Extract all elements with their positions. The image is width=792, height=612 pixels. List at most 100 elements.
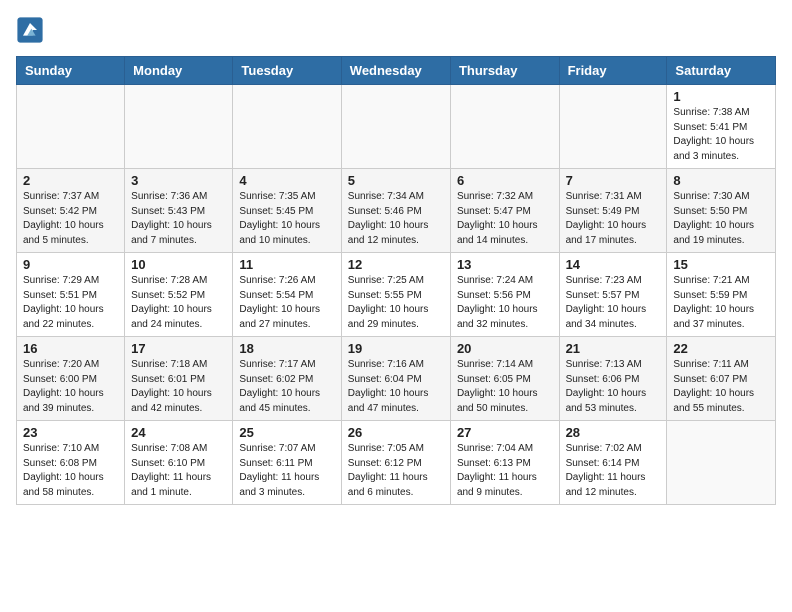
calendar-cell: [17, 85, 125, 169]
day-number: 17: [131, 341, 226, 356]
day-info: Sunrise: 7:02 AM Sunset: 6:14 PM Dayligh…: [566, 442, 661, 500]
weekday-header-sunday: Sunday: [17, 57, 125, 85]
calendar-cell: 15 Sunrise: 7:21 AM Sunset: 5:59 PM Dayli…: [667, 253, 776, 337]
day-info: Sunrise: 7:31 AM Sunset: 5:49 PM Dayligh…: [566, 190, 661, 248]
day-number: 18: [239, 341, 334, 356]
calendar-cell: 2 Sunrise: 7:37 AM Sunset: 5:42 PM Daylig…: [17, 169, 125, 253]
day-info: Sunrise: 7:32 AM Sunset: 5:47 PM Dayligh…: [457, 190, 553, 248]
day-number: 4: [239, 173, 334, 188]
day-info: Sunrise: 7:36 AM Sunset: 5:43 PM Dayligh…: [131, 190, 226, 248]
page-header: [16, 16, 776, 44]
calendar-cell: [559, 85, 667, 169]
day-number: 5: [348, 173, 444, 188]
day-number: 21: [566, 341, 661, 356]
day-info: Sunrise: 7:16 AM Sunset: 6:04 PM Dayligh…: [348, 358, 444, 416]
calendar-cell: 9Sunrise: 7:29 AM Sunset: 5:51 PM Daylig…: [17, 253, 125, 337]
calendar-cell: 17 Sunrise: 7:18 AM Sunset: 6:01 PM Dayli…: [125, 337, 233, 421]
week-row-1: 2 Sunrise: 7:37 AM Sunset: 5:42 PM Daylig…: [17, 169, 776, 253]
day-number: 15: [673, 257, 769, 272]
calendar-cell: [233, 85, 341, 169]
calendar-cell: 23 Sunrise: 7:10 AM Sunset: 6:08 PM Dayli…: [17, 421, 125, 505]
calendar-cell: 19 Sunrise: 7:16 AM Sunset: 6:04 PM Dayli…: [341, 337, 450, 421]
calendar-cell: 7 Sunrise: 7:31 AM Sunset: 5:49 PM Daylig…: [559, 169, 667, 253]
week-row-2: 9Sunrise: 7:29 AM Sunset: 5:51 PM Daylig…: [17, 253, 776, 337]
day-info: Sunrise: 7:08 AM Sunset: 6:10 PM Dayligh…: [131, 442, 226, 500]
week-row-3: 16 Sunrise: 7:20 AM Sunset: 6:00 PM Dayli…: [17, 337, 776, 421]
week-row-4: 23 Sunrise: 7:10 AM Sunset: 6:08 PM Dayli…: [17, 421, 776, 505]
calendar-cell: 25Sunrise: 7:07 AM Sunset: 6:11 PM Dayli…: [233, 421, 341, 505]
calendar-cell: 3 Sunrise: 7:36 AM Sunset: 5:43 PM Daylig…: [125, 169, 233, 253]
calendar-cell: 6 Sunrise: 7:32 AM Sunset: 5:47 PM Daylig…: [450, 169, 559, 253]
day-info: Sunrise: 7:29 AM Sunset: 5:51 PM Dayligh…: [23, 274, 118, 332]
weekday-header-row: SundayMondayTuesdayWednesdayThursdayFrid…: [17, 57, 776, 85]
weekday-header-monday: Monday: [125, 57, 233, 85]
calendar-cell: 22 Sunrise: 7:11 AM Sunset: 6:07 PM Dayli…: [667, 337, 776, 421]
weekday-header-thursday: Thursday: [450, 57, 559, 85]
day-info: Sunrise: 7:23 AM Sunset: 5:57 PM Dayligh…: [566, 274, 661, 332]
calendar-cell: 10 Sunrise: 7:28 AM Sunset: 5:52 PM Dayli…: [125, 253, 233, 337]
day-number: 19: [348, 341, 444, 356]
day-number: 27: [457, 425, 553, 440]
day-number: 11: [239, 257, 334, 272]
weekday-header-saturday: Saturday: [667, 57, 776, 85]
day-number: 6: [457, 173, 553, 188]
calendar-cell: [667, 421, 776, 505]
calendar-cell: 18 Sunrise: 7:17 AM Sunset: 6:02 PM Dayli…: [233, 337, 341, 421]
day-info: Sunrise: 7:05 AM Sunset: 6:12 PM Dayligh…: [348, 442, 444, 500]
day-number: 26: [348, 425, 444, 440]
calendar-cell: 14 Sunrise: 7:23 AM Sunset: 5:57 PM Dayli…: [559, 253, 667, 337]
day-number: 28: [566, 425, 661, 440]
day-number: 2: [23, 173, 118, 188]
day-number: 14: [566, 257, 661, 272]
calendar-cell: 21 Sunrise: 7:13 AM Sunset: 6:06 PM Dayli…: [559, 337, 667, 421]
week-row-0: 1 Sunrise: 7:38 AM Sunset: 5:41 PM Daylig…: [17, 85, 776, 169]
day-info: Sunrise: 7:17 AM Sunset: 6:02 PM Dayligh…: [239, 358, 334, 416]
day-info: Sunrise: 7:21 AM Sunset: 5:59 PM Dayligh…: [673, 274, 769, 332]
day-number: 3: [131, 173, 226, 188]
day-number: 10: [131, 257, 226, 272]
day-info: Sunrise: 7:35 AM Sunset: 5:45 PM Dayligh…: [239, 190, 334, 248]
weekday-header-tuesday: Tuesday: [233, 57, 341, 85]
day-info: Sunrise: 7:11 AM Sunset: 6:07 PM Dayligh…: [673, 358, 769, 416]
calendar-cell: 1 Sunrise: 7:38 AM Sunset: 5:41 PM Daylig…: [667, 85, 776, 169]
calendar-cell: [450, 85, 559, 169]
calendar-cell: 5 Sunrise: 7:34 AM Sunset: 5:46 PM Daylig…: [341, 169, 450, 253]
day-number: 16: [23, 341, 118, 356]
day-info: Sunrise: 7:10 AM Sunset: 6:08 PM Dayligh…: [23, 442, 118, 500]
day-number: 20: [457, 341, 553, 356]
day-number: 24: [131, 425, 226, 440]
weekday-header-friday: Friday: [559, 57, 667, 85]
calendar-cell: 12 Sunrise: 7:25 AM Sunset: 5:55 PM Dayli…: [341, 253, 450, 337]
day-info: Sunrise: 7:14 AM Sunset: 6:05 PM Dayligh…: [457, 358, 553, 416]
calendar-cell: 26 Sunrise: 7:05 AM Sunset: 6:12 PM Dayli…: [341, 421, 450, 505]
calendar-cell: [125, 85, 233, 169]
calendar-cell: 11 Sunrise: 7:26 AM Sunset: 5:54 PM Dayli…: [233, 253, 341, 337]
day-info: Sunrise: 7:24 AM Sunset: 5:56 PM Dayligh…: [457, 274, 553, 332]
day-number: 7: [566, 173, 661, 188]
day-info: Sunrise: 7:07 AM Sunset: 6:11 PM Dayligh…: [239, 442, 334, 500]
calendar-table: SundayMondayTuesdayWednesdayThursdayFrid…: [16, 56, 776, 505]
calendar-cell: 13 Sunrise: 7:24 AM Sunset: 5:56 PM Dayli…: [450, 253, 559, 337]
day-info: Sunrise: 7:25 AM Sunset: 5:55 PM Dayligh…: [348, 274, 444, 332]
day-info: Sunrise: 7:28 AM Sunset: 5:52 PM Dayligh…: [131, 274, 226, 332]
logo-icon: [16, 16, 44, 44]
calendar-cell: 20 Sunrise: 7:14 AM Sunset: 6:05 PM Dayli…: [450, 337, 559, 421]
day-number: 1: [673, 89, 769, 104]
day-info: Sunrise: 7:30 AM Sunset: 5:50 PM Dayligh…: [673, 190, 769, 248]
calendar-cell: 28 Sunrise: 7:02 AM Sunset: 6:14 PM Dayli…: [559, 421, 667, 505]
calendar-cell: 4 Sunrise: 7:35 AM Sunset: 5:45 PM Daylig…: [233, 169, 341, 253]
day-info: Sunrise: 7:34 AM Sunset: 5:46 PM Dayligh…: [348, 190, 444, 248]
day-info: Sunrise: 7:37 AM Sunset: 5:42 PM Dayligh…: [23, 190, 118, 248]
day-info: Sunrise: 7:13 AM Sunset: 6:06 PM Dayligh…: [566, 358, 661, 416]
day-number: 23: [23, 425, 118, 440]
day-info: Sunrise: 7:38 AM Sunset: 5:41 PM Dayligh…: [673, 106, 769, 164]
day-number: 12: [348, 257, 444, 272]
day-number: 22: [673, 341, 769, 356]
day-info: Sunrise: 7:04 AM Sunset: 6:13 PM Dayligh…: [457, 442, 553, 500]
calendar-cell: 8Sunrise: 7:30 AM Sunset: 5:50 PM Daylig…: [667, 169, 776, 253]
day-info: Sunrise: 7:20 AM Sunset: 6:00 PM Dayligh…: [23, 358, 118, 416]
day-info: Sunrise: 7:18 AM Sunset: 6:01 PM Dayligh…: [131, 358, 226, 416]
weekday-header-wednesday: Wednesday: [341, 57, 450, 85]
day-info: Sunrise: 7:26 AM Sunset: 5:54 PM Dayligh…: [239, 274, 334, 332]
day-number: 13: [457, 257, 553, 272]
